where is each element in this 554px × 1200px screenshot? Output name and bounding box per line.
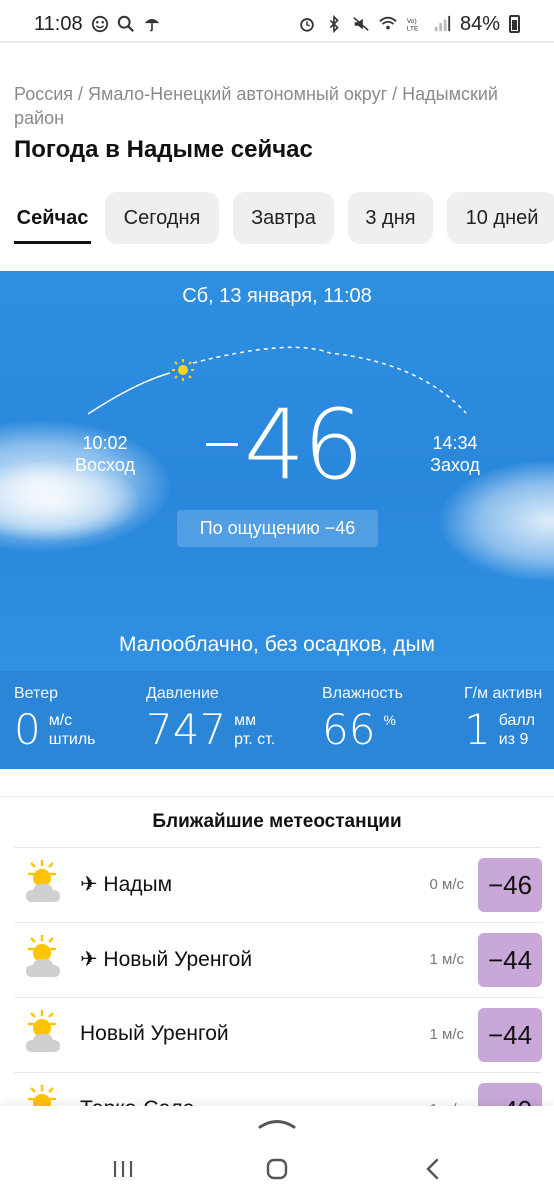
metric-humidity-value: 66 <box>322 705 376 754</box>
status-divider <box>0 41 554 43</box>
metric-geomagnetic-scale: из 9 <box>498 731 529 748</box>
back-icon[interactable] <box>418 1154 448 1184</box>
partly-cloudy-icon <box>26 860 60 902</box>
sunset: 14:34 Заход <box>424 432 486 476</box>
metric-pressure-unit: мм <box>234 712 257 729</box>
app-notification-icon <box>91 15 108 33</box>
station-temp: −46 <box>478 858 542 912</box>
current-temperature: 46 <box>244 389 364 501</box>
station-wind: 1 м/с <box>429 1026 465 1043</box>
signal-icon <box>434 15 451 32</box>
metric-pressure-value: 747 <box>146 705 227 754</box>
wifi-icon <box>379 16 397 30</box>
station-name: ✈ Новый Уренгой <box>80 948 253 971</box>
metric-humidity-unit: % <box>383 712 396 728</box>
stations-title: Ближайшие метеостанции <box>152 811 402 832</box>
station-row[interactable]: ✈ Надым 0 м/с −46 <box>14 847 542 922</box>
metric-geomagnetic-label: Г/м активн <box>464 685 543 702</box>
sunrise-label: Восход <box>75 455 135 475</box>
station-row[interactable]: Новый Уренгой 1 м/с −44 <box>14 997 542 1072</box>
sun-position-icon <box>172 359 194 381</box>
tab-10-days[interactable]: 10 дней <box>447 192 554 244</box>
home-icon[interactable] <box>262 1154 292 1184</box>
sunrise: 10:02 Восход <box>74 432 136 476</box>
recent-apps-icon[interactable] <box>108 1154 138 1184</box>
station-name: ✈ Надым <box>80 873 173 896</box>
tab-now[interactable]: Сейчас <box>14 192 91 244</box>
temperature-minus-sign <box>206 443 238 446</box>
search-notification-icon <box>117 15 134 32</box>
system-nav-bar <box>0 1140 554 1200</box>
metric-humidity: Влажность 66 % <box>322 685 403 753</box>
station-row[interactable]: ✈ Новый Уренгой 1 м/с −44 <box>14 922 542 997</box>
weather-metrics[interactable]: Ветер 0 м/с штиль Давление 747 мм рт. ст… <box>0 671 554 769</box>
metric-wind-unit: м/с <box>48 712 73 729</box>
nearby-stations-card: Ближайшие метеостанции ✈ Надым 0 м/с −46… <box>0 796 554 1137</box>
status-time: 11:08 <box>34 12 83 35</box>
station-wind: 0 м/с <box>429 876 465 893</box>
conditions-text: Малооблачно, без осадков, дым <box>119 633 435 656</box>
current-weather-panel: Сб, 13 января, 11:08 10:02 Восход 14:34 … <box>0 271 554 671</box>
alarm-icon <box>300 18 314 32</box>
sunrise-time: 10:02 <box>82 433 128 453</box>
metric-wind-value: 0 <box>14 705 41 754</box>
tab-today[interactable]: Сегодня <box>105 192 219 244</box>
battery-percent: 84% <box>459 12 500 35</box>
metric-geomagnetic: Г/м активн 1 балл из 9 <box>464 685 542 753</box>
metric-pressure: Давление 747 мм рт. ст. <box>146 685 275 753</box>
metric-geomagnetic-unit: балл <box>498 712 536 729</box>
sunset-label: Заход <box>430 455 480 475</box>
breadcrumb[interactable]: Россия / Ямало-Ненецкий автономный округ… <box>14 82 544 130</box>
bluetooth-icon <box>329 15 339 33</box>
station-wind: 1 м/с <box>429 951 465 968</box>
feels-like-badge: По ощущению −46 <box>177 510 378 547</box>
umbrella-notification-icon <box>144 19 159 32</box>
svg-text:LTE: LTE <box>407 26 419 33</box>
metric-wind-label: Ветер <box>14 685 58 702</box>
sunset-time: 14:34 <box>432 433 478 453</box>
svg-text:Vo): Vo) <box>407 18 417 25</box>
station-temp: −44 <box>478 933 542 987</box>
tab-tomorrow[interactable]: Завтра <box>233 192 334 244</box>
metric-pressure-unit-2: рт. ст. <box>234 731 276 748</box>
metric-wind-desc: штиль <box>48 731 96 748</box>
station-name: Новый Уренгой <box>80 1022 229 1045</box>
chevron-up-icon[interactable] <box>257 1116 297 1130</box>
metric-pressure-label: Давление <box>146 685 219 702</box>
forecast-tabs: Сейчас Сегодня Завтра 3 дня 10 дней <box>0 192 554 244</box>
cloud-right <box>440 461 554 581</box>
mute-icon <box>353 17 369 31</box>
page-title: Погода в Надыме сейчас <box>14 136 313 163</box>
partly-cloudy-icon <box>26 1010 60 1052</box>
station-temp: −44 <box>478 1008 542 1062</box>
battery-icon <box>509 15 520 33</box>
volte-icon: Vo)LTE <box>407 18 419 33</box>
metric-humidity-label: Влажность <box>322 685 404 702</box>
partly-cloudy-icon <box>26 935 60 977</box>
metric-wind: Ветер 0 м/с штиль <box>14 685 96 753</box>
tab-3-days[interactable]: 3 дня <box>348 192 433 244</box>
metric-geomagnetic-value: 1 <box>464 705 491 754</box>
